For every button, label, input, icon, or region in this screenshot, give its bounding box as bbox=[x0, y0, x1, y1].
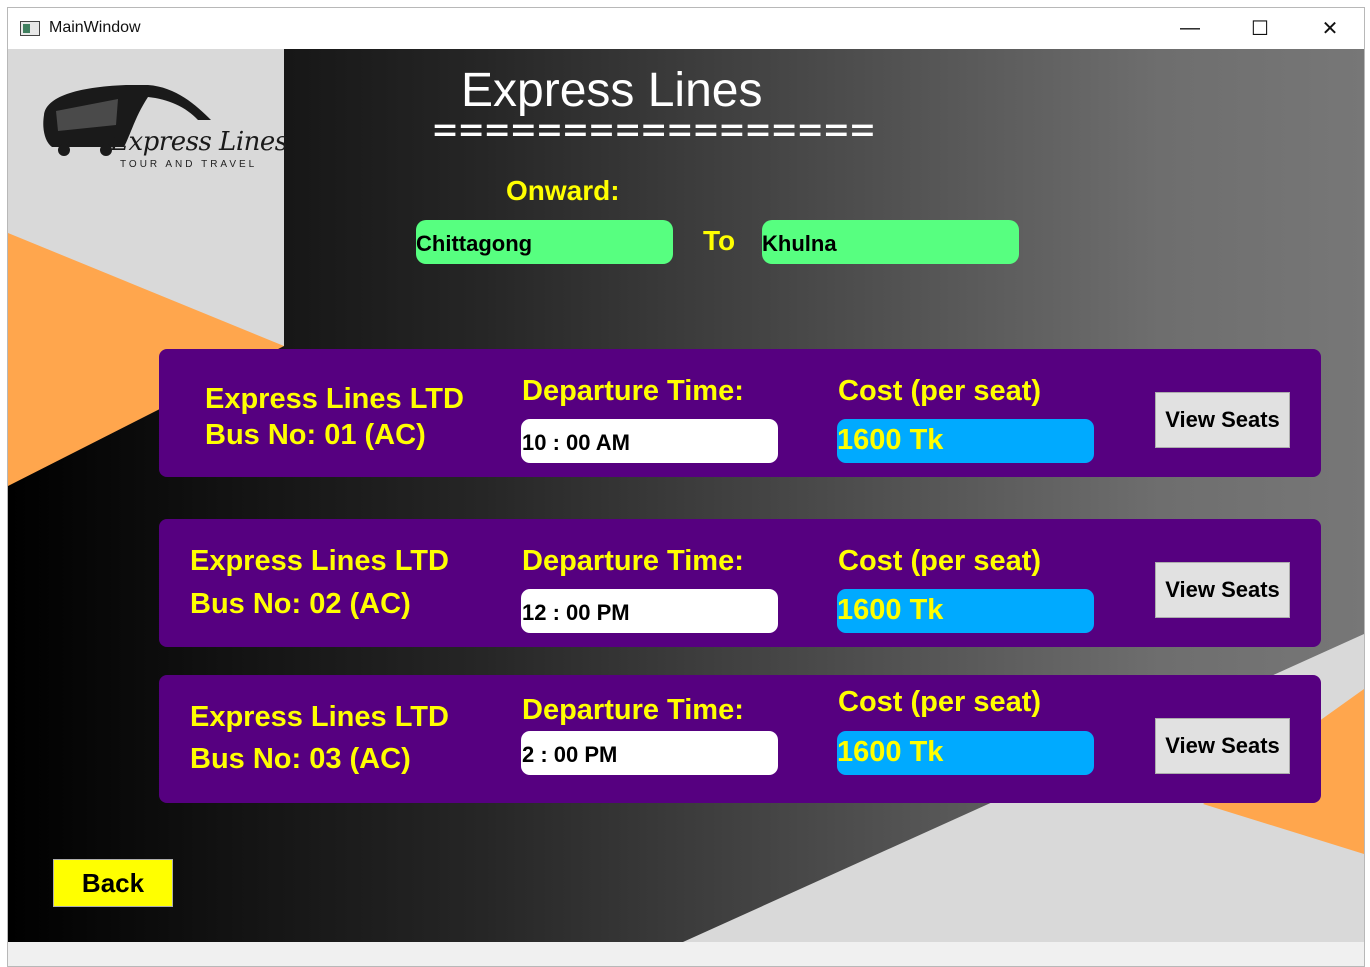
bus-card-3: Express Lines LTD Bus No: 03 (AC) Depart… bbox=[159, 675, 1321, 803]
departure-time-field[interactable]: 2 : 00 PM bbox=[521, 731, 778, 775]
cost-field[interactable]: 1600 Tk bbox=[837, 419, 1094, 463]
logo-tagline: TOUR AND TRAVEL bbox=[120, 159, 258, 170]
cost-field[interactable]: 1600 Tk bbox=[837, 589, 1094, 633]
background-shapes bbox=[8, 49, 1364, 942]
client-area: Express Lines TOUR AND TRAVEL Express Li… bbox=[8, 49, 1364, 942]
cost-label: Cost (per seat) bbox=[838, 686, 1042, 718]
from-city-field[interactable]: Chittagong bbox=[416, 220, 673, 264]
bus-company: Express Lines LTD bbox=[205, 383, 464, 415]
bus-number: Bus No: 01 (AC) bbox=[205, 419, 426, 451]
logo-name: Express Lines bbox=[110, 127, 288, 157]
view-seats-button[interactable]: View Seats bbox=[1155, 562, 1290, 618]
title-underline: ================= bbox=[433, 107, 877, 153]
bus-company: Express Lines LTD bbox=[190, 701, 449, 733]
cost-field[interactable]: 1600 Tk bbox=[837, 731, 1094, 775]
cost-label: Cost (per seat) bbox=[838, 545, 1042, 577]
back-button[interactable]: Back bbox=[53, 859, 173, 907]
maximize-button[interactable]: ☐ bbox=[1225, 8, 1295, 49]
departure-time-field[interactable]: 12 : 00 PM bbox=[521, 589, 778, 633]
window-title: MainWindow bbox=[49, 19, 141, 36]
departure-time-field[interactable]: 10 : 00 AM bbox=[521, 419, 778, 463]
bus-card-1: Express Lines LTD Bus No: 01 (AC) Depart… bbox=[159, 349, 1321, 477]
minimize-button[interactable]: — bbox=[1155, 8, 1225, 49]
bus-card-2: Express Lines LTD Bus No: 02 (AC) Depart… bbox=[159, 519, 1321, 647]
view-seats-button[interactable]: View Seats bbox=[1155, 718, 1290, 774]
cost-label: Cost (per seat) bbox=[838, 375, 1042, 407]
title-bar[interactable]: MainWindow — ☐ ✕ bbox=[8, 8, 1364, 49]
departure-label: Departure Time: bbox=[522, 375, 744, 407]
main-window: MainWindow — ☐ ✕ Express Lines TOUR AND … bbox=[7, 7, 1365, 967]
app-icon bbox=[20, 21, 40, 36]
status-bar bbox=[8, 942, 1364, 966]
view-seats-button[interactable]: View Seats bbox=[1155, 392, 1290, 448]
to-city-field[interactable]: Khulna bbox=[762, 220, 1019, 264]
bus-number: Bus No: 02 (AC) bbox=[190, 588, 411, 620]
close-button[interactable]: ✕ bbox=[1295, 8, 1364, 49]
departure-label: Departure Time: bbox=[522, 694, 744, 726]
bus-company: Express Lines LTD bbox=[190, 545, 449, 577]
bus-number: Bus No: 03 (AC) bbox=[190, 743, 411, 775]
departure-label: Departure Time: bbox=[522, 545, 744, 577]
to-label: To bbox=[703, 225, 736, 256]
onward-label: Onward: bbox=[506, 175, 620, 206]
